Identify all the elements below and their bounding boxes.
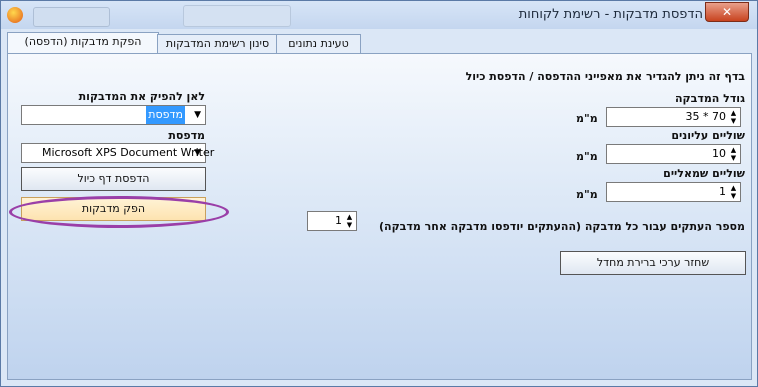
highlight-ellipse: [9, 196, 229, 228]
copies-label: מספר העתקים עבור כל מדבקה (ההעתקים יודפס…: [378, 220, 745, 233]
left-margin-field[interactable]: 1 ▲ ▼: [606, 182, 741, 202]
printer-value: Microsoft XPS Document Writer: [42, 146, 215, 159]
copies-field[interactable]: 1 ▲ ▼: [307, 211, 357, 231]
tab-produce-labels[interactable]: הפקת מדבקות (הדפסה): [7, 32, 159, 54]
tab-filter-list[interactable]: סינון רשימת המדבקות: [157, 34, 278, 53]
top-margin-field[interactable]: 10 ▲ ▼: [606, 144, 741, 164]
spin-arrows-icon[interactable]: ▲ ▼: [344, 213, 355, 229]
spin-arrows-icon[interactable]: ▲ ▼: [728, 109, 739, 125]
label-size-label: גודל המדבקה: [675, 92, 745, 105]
spin-arrows-icon[interactable]: ▲ ▼: [728, 146, 739, 162]
top-margin-label: שוליים עליונים: [671, 129, 745, 142]
restore-defaults-button[interactable]: שחזר ערכי ברירת מחדל: [560, 251, 746, 275]
label-size-value: 35 * 70: [685, 110, 727, 123]
top-margin-value: 10: [712, 147, 726, 160]
app-icon[interactable]: [7, 7, 23, 23]
main-window: הדפסת מדבקות - רשימת לקוחות ✕ הפקת מדבקו…: [0, 0, 758, 387]
label-size-unit: מ"מ: [576, 112, 598, 125]
intro-text: בדף זה ניתן להגדיר את מאפייני ההדפסה / ה…: [465, 70, 745, 83]
title-bar[interactable]: הדפסת מדבקות - רשימת לקוחות ✕: [1, 1, 757, 29]
tab-strip: הפקת מדבקות (הדפסה) סינון רשימת המדבקות …: [7, 32, 752, 54]
window-title: הדפסת מדבקות - רשימת לקוחות: [518, 7, 703, 22]
output-target-label: לאן להפיק את המדבקות: [78, 90, 205, 103]
spin-arrows-icon[interactable]: ▲ ▼: [728, 184, 739, 200]
printer-select[interactable]: Microsoft XPS Document Writer ▼: [21, 143, 214, 163]
printer-label: מדפסת: [168, 129, 205, 142]
close-button[interactable]: ✕: [705, 2, 749, 22]
tab-load-data[interactable]: טעינת נתונים: [276, 34, 361, 53]
print-calibration-button[interactable]: הדפסת דף כיול: [21, 167, 206, 191]
left-margin-unit: מ"מ: [576, 188, 598, 201]
output-target-value: מדפסת: [146, 106, 185, 124]
copies-value: 1: [335, 214, 342, 227]
left-margin-label: שוליים שמאליים: [663, 167, 745, 180]
output-target-select[interactable]: מדפסת ▼: [21, 105, 206, 125]
titlebar-button-secondary[interactable]: [183, 5, 291, 27]
chevron-down-icon[interactable]: ▼: [194, 106, 201, 124]
chevron-down-icon[interactable]: ▼: [194, 144, 201, 162]
top-margin-unit: מ"מ: [576, 150, 598, 163]
label-size-field[interactable]: 35 * 70 ▲ ▼: [606, 107, 741, 127]
titlebar-button[interactable]: [33, 7, 110, 27]
left-margin-value: 1: [719, 185, 726, 198]
